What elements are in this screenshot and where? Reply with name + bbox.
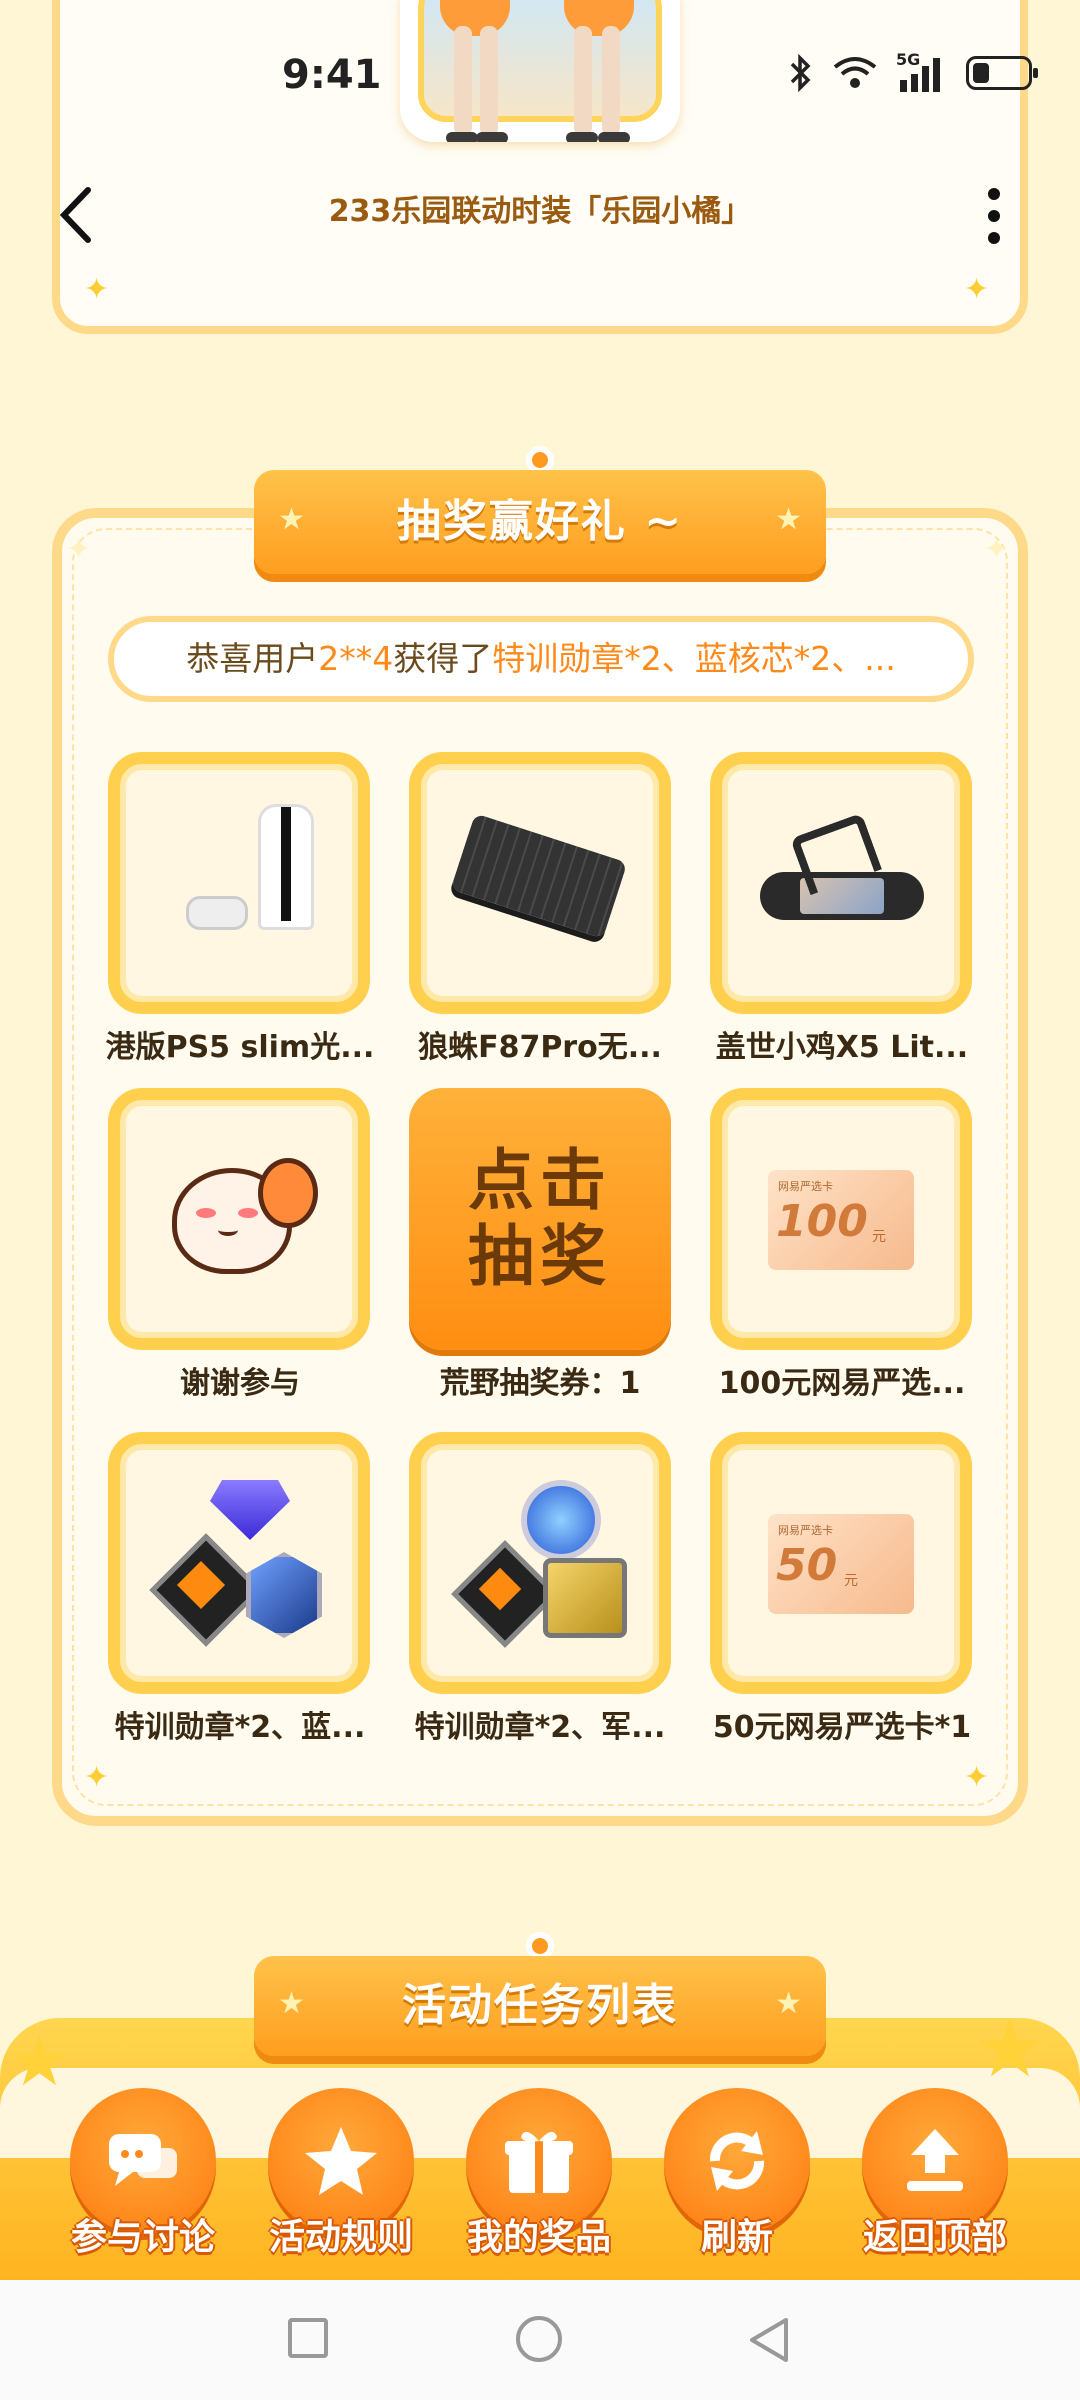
prize-label: 特训勋章*2、军... — [414, 1710, 666, 1745]
prize-tile[interactable] — [710, 752, 972, 1014]
system-navigation-bar — [0, 2280, 1080, 2400]
ps5-console-icon — [258, 804, 314, 930]
nav-label: 返回顶部 — [862, 2217, 1007, 2258]
star-icon: ★ — [775, 1986, 802, 2021]
prize-label: 狼蛛F87Pro无... — [418, 1030, 662, 1065]
nav-label: 刷新 — [700, 2217, 773, 2258]
wifi-icon — [833, 57, 877, 88]
task-list-title: 活动任务列表 — [402, 1980, 678, 2031]
winner-prize: 特训勋章*2、蓝核芯*2、... — [492, 639, 896, 678]
nav-rules[interactable]: 活动规则 — [256, 2088, 426, 2278]
prize-tile[interactable]: 网易严选卡 50 元 — [710, 1432, 972, 1694]
costume-caption: 233乐园联动时装「乐园小橘」 — [328, 194, 752, 229]
nav-discussion[interactable]: 参与讨论 — [58, 2088, 228, 2278]
draw-text-line1: 点击 — [468, 1142, 612, 1219]
medals-chip-icon — [451, 1480, 627, 1650]
mascot-thanks-icon — [172, 1158, 318, 1274]
voucher-brand: 网易严选卡 — [778, 1180, 833, 1193]
voucher-card-icon: 网易严选卡 100 元 — [768, 1170, 914, 1270]
sparkle-icon: ✦ — [66, 532, 92, 567]
voucher-unit: 元 — [872, 1229, 886, 1245]
nav-back-to-top[interactable]: 返回顶部 — [850, 2088, 1020, 2278]
nav-label: 我的奖品 — [466, 2217, 611, 2258]
prize-tile[interactable] — [108, 752, 370, 1014]
prize-label: 特训勋章*2、蓝... — [114, 1710, 366, 1745]
nav-label: 活动规则 — [268, 2217, 413, 2258]
voucher-card-icon: 网易严选卡 50 元 — [768, 1514, 914, 1614]
gems-badges-icon — [149, 1480, 326, 1650]
status-icons: 5G — [788, 50, 1038, 92]
ticket-count-label: 荒野抽奖券：1 — [439, 1366, 641, 1401]
bluetooth-icon — [790, 54, 811, 92]
home-icon[interactable] — [516, 2316, 562, 2362]
nav-refresh[interactable]: 刷新 — [652, 2088, 822, 2278]
recent-apps-icon[interactable] — [288, 2318, 328, 2358]
nav-my-prizes[interactable]: 我的奖品 — [454, 2088, 624, 2278]
voucher-value: 100 — [776, 1196, 868, 1247]
prize-tile[interactable] — [409, 752, 671, 1014]
prize-label: 100元网易严选... — [718, 1366, 966, 1401]
sparkle-icon: ✦ — [984, 532, 1010, 567]
voucher-brand: 网易严选卡 — [778, 1524, 833, 1537]
winner-ticker: 恭喜用户2**4获得了特训勋章*2、蓝核芯*2、... — [108, 616, 974, 702]
prize-label: 盖世小鸡X5 Lit... — [715, 1030, 969, 1065]
lottery-title-ribbon: ★ 抽奖赢好礼 ~ ★ — [254, 470, 826, 574]
star-icon: ★ — [278, 1986, 305, 2021]
controller-icon — [186, 896, 248, 930]
status-time: 9:41 — [282, 52, 382, 98]
sparkle-icon: ✦ — [964, 272, 990, 307]
winner-prefix: 恭喜用户 — [186, 639, 319, 678]
winner-mid: 获得了 — [393, 639, 493, 678]
nav-label: 参与讨论 — [70, 2217, 215, 2258]
voucher-unit: 元 — [844, 1573, 858, 1589]
lottery-title: 抽奖赢好礼 ~ — [396, 496, 684, 547]
sparkle-icon: ✦ — [964, 1760, 990, 1795]
star-decoration-icon: ★ — [974, 2002, 1046, 2095]
prize-tile[interactable]: 网易严选卡 100 元 — [710, 1088, 972, 1350]
voucher-value: 50 — [776, 1540, 838, 1591]
draw-button[interactable]: 点击 抽奖 — [409, 1088, 671, 1350]
prize-tile[interactable] — [108, 1088, 370, 1350]
sparkle-icon: ✦ — [84, 272, 110, 307]
task-title-ribbon: ★ 活动任务列表 ★ — [254, 1956, 826, 2056]
prize-label: 港版PS5 slim光... — [105, 1030, 375, 1065]
winner-user: 2**4 — [318, 639, 394, 678]
prize-tile[interactable] — [108, 1432, 370, 1694]
network-type: 5G — [896, 50, 921, 69]
cellular-signal-icon: 5G — [896, 50, 948, 92]
prize-label: 谢谢参与 — [180, 1366, 300, 1401]
sparkle-icon: ✦ — [84, 1760, 110, 1795]
back-triangle-icon[interactable] — [746, 2316, 792, 2364]
prize-label: 50元网易严选卡*1 — [712, 1710, 972, 1745]
keyboard-icon — [450, 813, 628, 939]
draw-text-line2: 抽奖 — [468, 1218, 612, 1295]
battery-icon — [966, 56, 1038, 90]
prize-tile[interactable] — [409, 1432, 671, 1694]
star-icon: ★ — [775, 502, 802, 537]
star-icon: ★ — [278, 502, 305, 537]
costume-preview-image[interactable] — [400, 0, 680, 142]
